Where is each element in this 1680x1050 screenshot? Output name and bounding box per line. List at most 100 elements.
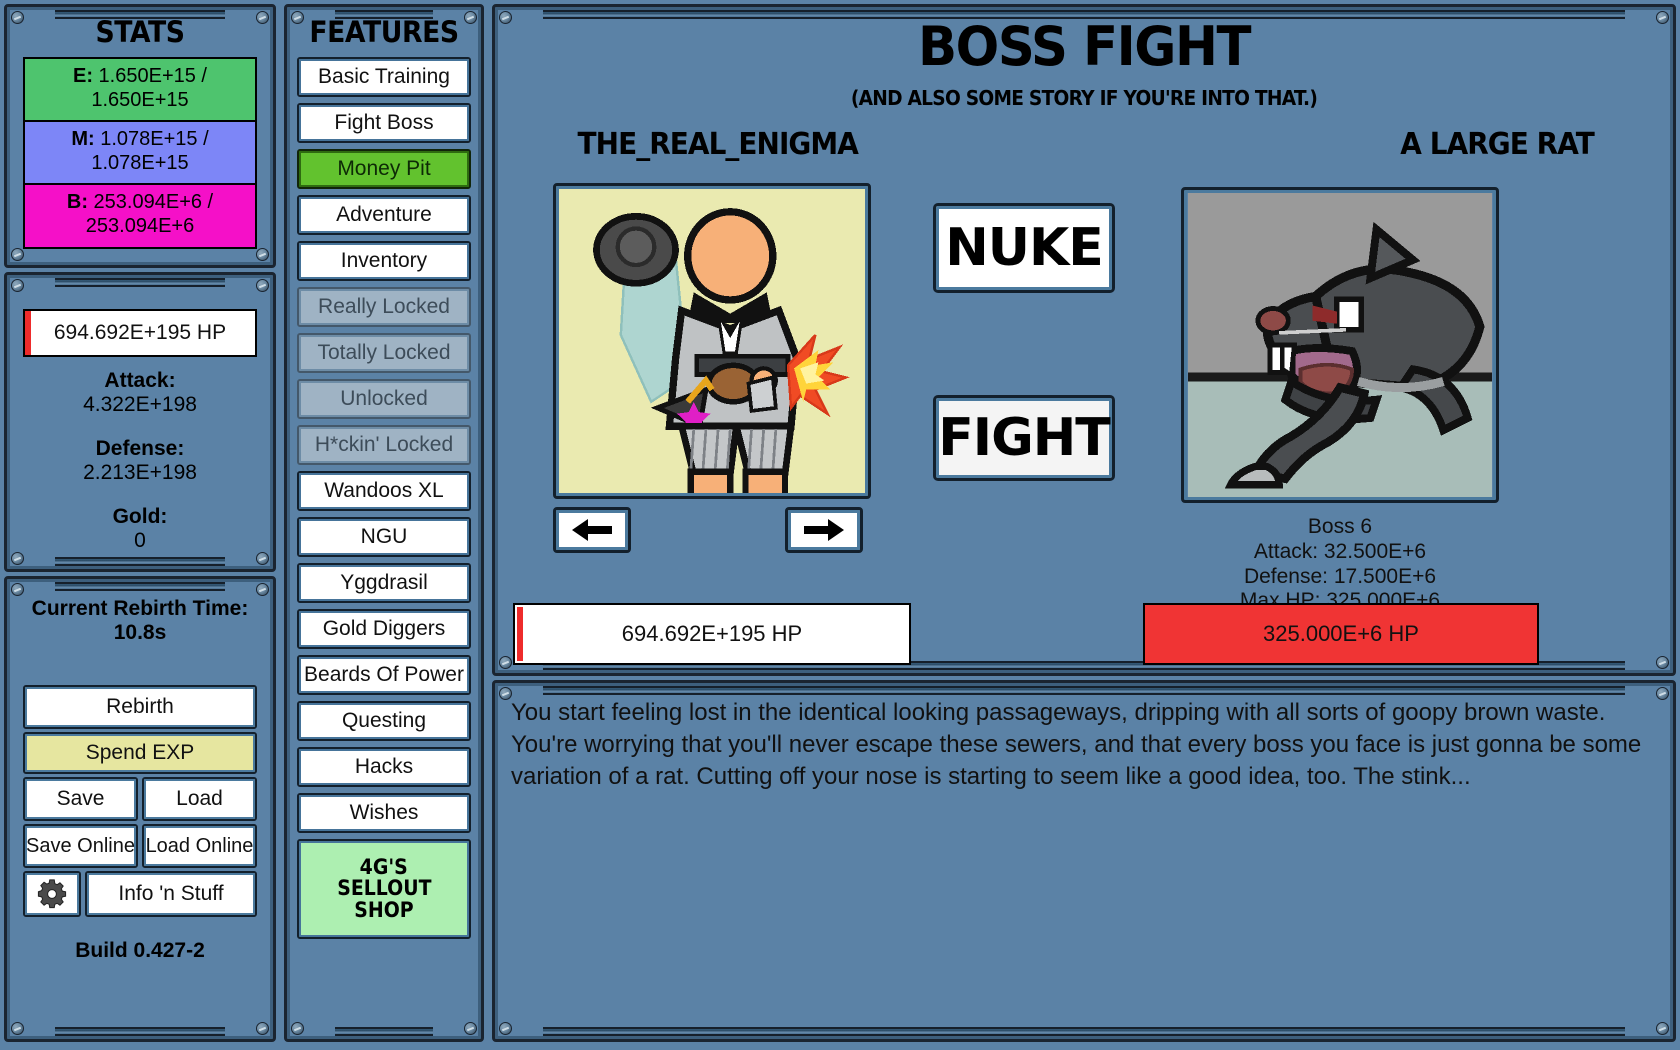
feature-list: Basic Training Fight Boss Money Pit Adventu… [287, 57, 481, 939]
defense-value: 2.213E+198 [83, 461, 197, 484]
sellout-shop-label: SELLOUT [336, 876, 432, 901]
nuke-button[interactable]: NUKE [933, 203, 1115, 293]
feature-item-unlocked: Unlocked [297, 379, 471, 419]
feature-item-wandoos-xl[interactable]: Wandoos XL [297, 471, 471, 511]
screw-decoration [11, 248, 24, 261]
screw-decoration [256, 279, 269, 292]
feature-item-wishes[interactable]: Wishes [297, 793, 471, 833]
screw-decoration [11, 279, 24, 292]
feature-item-basic-training[interactable]: Basic Training [297, 57, 471, 97]
fight-button[interactable]: FIGHT [933, 395, 1115, 481]
panel-rail [55, 278, 225, 287]
screw-decoration [256, 248, 269, 261]
boss-defense: Defense: 17.500E+6 [1243, 564, 1437, 588]
panel-rail [335, 1027, 433, 1036]
gold-value: 0 [134, 529, 146, 552]
boss-avatar [1181, 187, 1499, 503]
previous-avatar-button[interactable] [553, 507, 631, 553]
feature-item-fight-boss[interactable]: Fight Boss [297, 103, 471, 143]
boss-fight-panel: BOSS FIGHT (AND ALSO SOME STORY IF YOU'R… [492, 4, 1676, 676]
magic-bar: M: 1.078E+15 /1.078E+15 [23, 120, 257, 184]
save-button[interactable]: Save [23, 777, 138, 821]
player-sprite [593, 208, 850, 493]
arrow-left-icon [572, 519, 612, 541]
attack-value: 4.322E+198 [83, 393, 197, 416]
sellout-shop-button[interactable]: 4G'S SELLOUT SHOP [297, 839, 471, 939]
rat-sprite [1188, 193, 1492, 497]
screw-decoration [499, 11, 512, 24]
story-panel: You start feeling lost in the identical … [492, 680, 1676, 1042]
spend-exp-button[interactable]: Spend EXP [23, 732, 257, 774]
info-button[interactable]: Info 'n Stuff [85, 871, 257, 917]
feature-item-gold-diggers[interactable]: Gold Diggers [297, 609, 471, 649]
screw-decoration [11, 552, 24, 565]
player-hp-display: 694.692E+195 HP [23, 309, 257, 357]
panel-rail [55, 1027, 225, 1036]
feature-item-totally-locked: Totally Locked [297, 333, 471, 373]
panel-rail [543, 686, 1625, 695]
screw-decoration [499, 1022, 512, 1035]
blood-bar: B: 253.094E+6 /253.094E+6 [23, 183, 257, 249]
screw-decoration [1656, 11, 1669, 24]
defense-label: Defense: [95, 437, 185, 460]
feature-item-hacks[interactable]: Hacks [297, 747, 471, 787]
build-version: Build 0.427-2 [75, 939, 205, 962]
sellout-shop-label: SHOP [354, 897, 414, 922]
gear-icon [37, 879, 67, 909]
boss-number: Boss 6 [1307, 515, 1373, 538]
save-online-button[interactable]: Save Online [23, 824, 138, 868]
boss-stats-block: Boss 6 Attack: 32.500E+6 Defense: 17.500… [1181, 515, 1499, 614]
screw-decoration [1656, 656, 1669, 669]
rebirth-time-label: Current Rebirth Time: [31, 597, 249, 620]
boss-hp-bar: 325.000E+6 HP [1143, 603, 1539, 665]
panel-rail [543, 1027, 1625, 1036]
boss-hp-text: 325.000E+6 HP [1263, 621, 1419, 646]
rebirth-time-value: 10.8s [113, 621, 167, 644]
features-panel: FEATURES Basic Training Fight Boss Money P… [284, 4, 484, 1042]
screw-decoration [291, 1022, 304, 1035]
attack-label: Attack: [104, 369, 176, 392]
feature-item-really-locked: Really Locked [297, 287, 471, 327]
screw-decoration [256, 552, 269, 565]
feature-item-yggdrasil[interactable]: Yggdrasil [297, 563, 471, 603]
screw-decoration [1656, 687, 1669, 700]
boss-name-label: A LARGE RAT [1400, 127, 1594, 162]
hp-indicator [25, 311, 31, 355]
feature-item-adventure[interactable]: Adventure [297, 195, 471, 235]
energy-bar: E: 1.650E+15 /1.650E+15 [23, 57, 257, 121]
hp-indicator [517, 607, 523, 661]
feature-item-beards-of-power[interactable]: Beards Of Power [297, 655, 471, 695]
next-avatar-button[interactable] [785, 507, 863, 553]
feature-item-questing[interactable]: Questing [297, 701, 471, 741]
stats-panel: STATS E: 1.650E+15 /1.650E+15 M: 1.078E+… [4, 4, 276, 268]
feature-item-money-pit[interactable]: Money Pit [297, 149, 471, 189]
screw-decoration [11, 583, 24, 596]
feature-item-ngu[interactable]: NGU [297, 517, 471, 557]
rebirth-button[interactable]: Rebirth [23, 685, 257, 729]
panel-rail [55, 582, 225, 591]
rebirth-panel: Current Rebirth Time: 10.8s Rebirth Spen… [4, 576, 276, 1042]
story-text: You start feeling lost in the identical … [511, 699, 1642, 790]
panel-rail [55, 557, 225, 566]
screw-decoration [464, 1022, 477, 1035]
player-stats-panel: 694.692E+195 HP Attack: 4.322E+198 Defen… [4, 272, 276, 572]
stats-panel-title: STATS [95, 15, 185, 49]
page-subtitle: (AND ALSO SOME STORY IF YOU'RE INTO THAT… [850, 86, 1318, 110]
screw-decoration [256, 583, 269, 596]
page-title: BOSS FIGHT [917, 15, 1252, 78]
boss-attack: Attack: 32.500E+6 [1253, 539, 1427, 563]
screw-decoration [1656, 1022, 1669, 1035]
feature-item-inventory[interactable]: Inventory [297, 241, 471, 281]
player-hp-text: 694.692E+195 HP [621, 621, 803, 646]
player-name: THE_REAL_ENIGMA [577, 127, 859, 162]
feature-item-h-ckin-locked: H*ckin' Locked [297, 425, 471, 465]
arrow-right-icon [804, 519, 844, 541]
settings-button[interactable] [23, 871, 81, 917]
load-online-button[interactable]: Load Online [142, 824, 257, 868]
screw-decoration [256, 1022, 269, 1035]
sellout-shop-label: 4G'S [359, 854, 409, 879]
screw-decoration [499, 656, 512, 669]
load-button[interactable]: Load [142, 777, 257, 821]
screw-decoration [11, 1022, 24, 1035]
features-panel-title: FEATURES [309, 15, 459, 49]
